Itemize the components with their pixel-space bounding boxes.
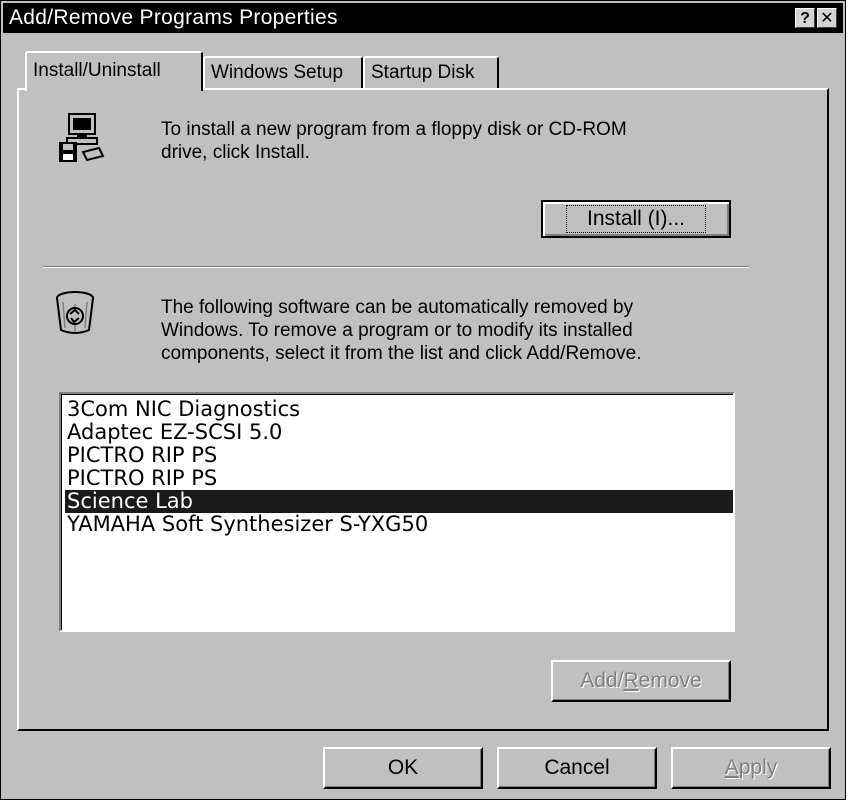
tab-install-uninstall[interactable]: Install/Uninstall bbox=[25, 51, 203, 91]
floppy-computer-icon bbox=[59, 113, 105, 162]
help-button[interactable]: ? bbox=[795, 8, 815, 28]
list-item-selected[interactable]: Science Lab bbox=[65, 490, 733, 513]
install-button[interactable]: Install (I)... bbox=[541, 200, 731, 238]
list-item[interactable]: PICTRO RIP PS bbox=[65, 467, 733, 490]
apply-button[interactable]: Apply bbox=[671, 747, 831, 789]
tab-panel-install-uninstall: To install a new program from a floppy d… bbox=[17, 88, 829, 731]
list-item[interactable]: 3Com NIC Diagnostics bbox=[65, 398, 733, 421]
section-separator bbox=[43, 266, 749, 268]
apply-button-label: Apply bbox=[724, 756, 778, 779]
close-button[interactable]: ✕ bbox=[817, 8, 837, 28]
list-item[interactable]: Adaptec EZ-SCSI 5.0 bbox=[65, 421, 733, 444]
tab-label: Install/Uninstall bbox=[33, 60, 161, 81]
install-instruction-line1: To install a new program from a floppy d… bbox=[161, 119, 627, 140]
cancel-button-label: Cancel bbox=[544, 756, 610, 779]
add-remove-button-label: Add/Remove bbox=[580, 669, 702, 692]
tab-label: Windows Setup bbox=[211, 62, 344, 83]
recycle-bin-icon bbox=[56, 291, 94, 334]
cancel-button[interactable]: Cancel bbox=[497, 747, 657, 789]
uninstall-instruction-line2: Windows. To remove a program or to modif… bbox=[161, 320, 633, 341]
list-item[interactable]: PICTRO RIP PS bbox=[65, 444, 733, 467]
window-title: Add/Remove Programs Properties bbox=[9, 6, 338, 29]
properties-window: Add/Remove Programs Properties ? ✕ Insta… bbox=[0, 0, 846, 800]
title-bar[interactable]: Add/Remove Programs Properties ? ✕ bbox=[3, 3, 843, 33]
install-button-label: Install (I)... bbox=[565, 205, 707, 233]
uninstall-instruction-line1: The following software can be automatica… bbox=[161, 297, 634, 318]
install-instruction-line2: drive, click Install. bbox=[161, 142, 310, 163]
installed-programs-list[interactable]: 3Com NIC Diagnostics Adaptec EZ-SCSI 5.0… bbox=[59, 392, 735, 632]
add-remove-button[interactable]: Add/Remove bbox=[551, 660, 731, 702]
ok-button-label: OK bbox=[387, 756, 419, 779]
tab-startup-disk[interactable]: Startup Disk bbox=[363, 56, 499, 89]
tab-label: Startup Disk bbox=[371, 62, 475, 83]
list-item[interactable]: YAMAHA Soft Synthesizer S-YXG50 bbox=[65, 513, 733, 536]
uninstall-instruction-line3: components, select it from the list and … bbox=[161, 343, 642, 364]
ok-button[interactable]: OK bbox=[323, 747, 483, 789]
tab-windows-setup[interactable]: Windows Setup bbox=[203, 56, 363, 89]
